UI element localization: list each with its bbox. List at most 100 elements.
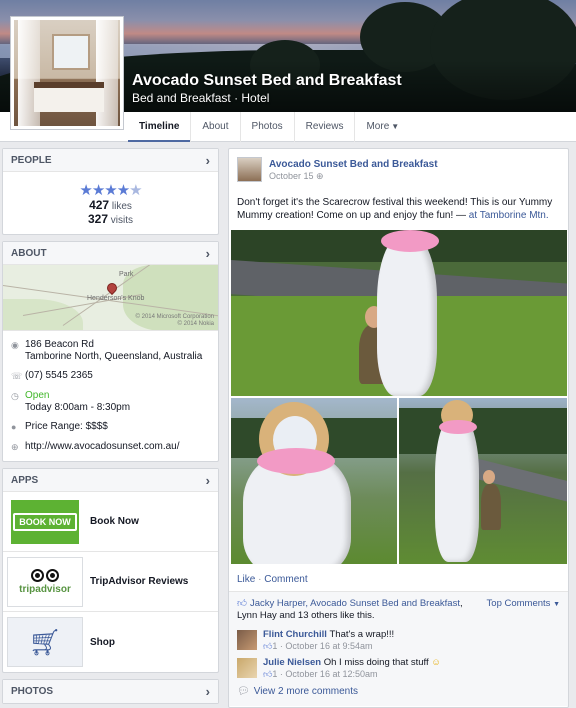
people-header[interactable]: PEOPLE ›	[3, 149, 218, 172]
post-author-avatar[interactable]	[237, 157, 262, 182]
page-title: Avocado Sunset Bed and Breakfast	[132, 72, 402, 89]
price-tag-icon: ●	[11, 422, 17, 432]
likers-names[interactable]: Jacky Harper,	[250, 598, 310, 609]
view-more-comments[interactable]: 💬︎ View 2 more comments	[237, 686, 358, 697]
map-park-area	[3, 299, 83, 330]
price-row: ● Price Range: $$$$	[3, 417, 218, 437]
apps-box: APPS › BOOK NOW Book Now tripadvisor Tri…	[2, 468, 219, 673]
tab-timeline[interactable]: Timeline	[128, 112, 191, 142]
map-label: Park	[119, 271, 134, 278]
map-label: Henderson's Knob	[87, 295, 145, 302]
visits-stat[interactable]: 327 visits	[3, 213, 218, 227]
comment-item: Julie Nielsen Oh I miss doing that stuff…	[237, 656, 562, 680]
post-location-link[interactable]: at Tamborine Mtn.	[469, 210, 549, 221]
smiley-emoji-icon: ☺	[428, 657, 441, 668]
about-box: ABOUT › Park Henderson's Knob © 2014 Mic…	[2, 241, 219, 462]
timeline-post: Avocado Sunset Bed and Breakfast October…	[228, 148, 569, 708]
visits-label: visits	[110, 215, 134, 226]
profile-picture[interactable]	[10, 16, 124, 130]
commenter-avatar[interactable]	[237, 630, 257, 650]
caret-down-icon: ▼	[391, 122, 400, 131]
app-book-now[interactable]: BOOK NOW Book Now	[3, 492, 218, 552]
tripadvisor-thumb-text: tripadvisor	[19, 583, 71, 595]
comment-button[interactable]: Comment	[264, 574, 307, 585]
people-header-label: PEOPLE	[11, 155, 52, 166]
post-date[interactable]: October 15 ⊕	[269, 171, 324, 182]
commenter-name[interactable]: Flint Churchill	[263, 629, 327, 640]
website-row: ⊕ http://www.avocadosunset.com.au/	[3, 437, 218, 457]
post-photo-3[interactable]	[399, 398, 567, 564]
caret-down-icon: ▼	[553, 601, 560, 608]
feedback-area: 👍︎ Jacky Harper, Avocado Sunset Bed and B…	[229, 591, 568, 706]
thumbs-up-icon: 👍︎	[263, 641, 273, 651]
shopping-cart-icon: 🛒︎	[7, 617, 83, 667]
tab-photos[interactable]: Photos	[239, 112, 294, 142]
about-header-label: ABOUT	[11, 248, 47, 259]
comment-time[interactable]: October 16 at 12:50am	[285, 669, 377, 679]
post-photo-2[interactable]	[231, 398, 397, 564]
comment-text: That's a wrap!!!	[329, 629, 395, 640]
chevron-right-icon: ›	[205, 684, 210, 699]
commenter-name[interactable]: Julie Nielsen	[263, 657, 321, 668]
photos-header[interactable]: PHOTOS ›	[3, 680, 218, 703]
tab-more[interactable]: More ▼	[354, 112, 410, 142]
comment-like-count[interactable]: 1	[272, 669, 277, 679]
hours-text: Today 8:00am - 8:30pm	[25, 402, 131, 413]
about-header[interactable]: ABOUT ›	[3, 242, 218, 265]
location-icon: ◉	[11, 340, 19, 350]
chevron-right-icon: ›	[205, 473, 210, 488]
globe-icon: ⊕	[316, 171, 324, 181]
book-now-thumb-text: BOOK NOW	[13, 512, 77, 531]
room-window	[52, 34, 90, 70]
commenter-avatar[interactable]	[237, 658, 257, 678]
app-label: Book Now	[90, 516, 139, 527]
globe-icon: ⊕	[11, 442, 19, 452]
likers-summary: 👍︎ Jacky Harper, Avocado Sunset Bed and B…	[237, 598, 477, 622]
website-link[interactable]: http://www.avocadosunset.com.au/	[25, 440, 180, 453]
top-comments-label: Top Comments	[486, 598, 551, 609]
location-map[interactable]: Park Henderson's Knob © 2014 Microsoft C…	[3, 265, 218, 331]
apps-header-label: APPS	[11, 475, 39, 486]
comment-time[interactable]: October 16 at 9:54am	[285, 641, 372, 651]
post-text: Don't forget it's the Scarecrow festival…	[237, 196, 563, 222]
likes-count: 427	[89, 198, 110, 212]
photos-header-label: PHOTOS	[11, 686, 54, 697]
top-comments-dropdown[interactable]: Top Comments ▼	[487, 598, 560, 609]
likers-page-link[interactable]: Avocado Sunset Bed and Breakfast	[310, 598, 460, 609]
post-date-text: October 15	[269, 171, 314, 181]
thumbs-up-icon: 👍︎	[263, 669, 273, 679]
tab-reviews[interactable]: Reviews	[293, 112, 355, 142]
hours-row: ◷ Open Today 8:00am - 8:30pm	[3, 386, 218, 417]
apps-header[interactable]: APPS ›	[3, 469, 218, 492]
comment-bubble-icon: 💬︎	[237, 686, 250, 697]
chevron-right-icon: ›	[205, 246, 210, 261]
tripadvisor-owl-icon: tripadvisor	[7, 556, 83, 607]
photos-box: PHOTOS ›	[2, 679, 219, 704]
address-row: ◉ 186 Beacon Rd Tamborine North, Queensla…	[3, 335, 218, 366]
open-status: Open	[25, 390, 50, 401]
post-actions: Like · Comment	[237, 574, 308, 585]
like-button[interactable]: Like	[237, 574, 255, 585]
address-line1: 186 Beacon Rd	[25, 339, 94, 350]
tab-more-label: More	[366, 121, 390, 132]
post-author-link[interactable]: Avocado Sunset Bed and Breakfast	[269, 159, 438, 170]
view-more-label: View 2 more comments	[253, 686, 358, 697]
tab-about[interactable]: About	[190, 112, 239, 142]
map-copyright: © 2014 Microsoft Corporation © 2014 Noki…	[135, 314, 214, 327]
post-photo-main[interactable]	[231, 230, 567, 396]
app-tripadvisor[interactable]: tripadvisor TripAdvisor Reviews	[3, 552, 218, 612]
book-now-icon: BOOK NOW	[7, 497, 83, 547]
likes-label: likes	[111, 201, 132, 212]
visits-count: 327	[87, 212, 108, 226]
people-box: PEOPLE › ★★★★★ 427 likes 327 visits	[2, 148, 219, 235]
app-shop[interactable]: 🛒︎ Shop	[3, 612, 218, 672]
thumbs-up-icon: 👍︎	[237, 598, 247, 609]
price-range: Price Range: $$$$	[25, 421, 108, 432]
clock-icon: ◷	[11, 391, 19, 401]
likes-stat[interactable]: 427 likes	[3, 199, 218, 213]
phone-icon: ☏	[11, 371, 23, 381]
phone-row: ☏ (07) 5545 2365	[3, 366, 218, 386]
app-label: Shop	[90, 636, 115, 648]
address-line2: Tamborine North, Queensland, Australia	[25, 351, 203, 362]
comment-like-count[interactable]: 1	[272, 641, 277, 651]
